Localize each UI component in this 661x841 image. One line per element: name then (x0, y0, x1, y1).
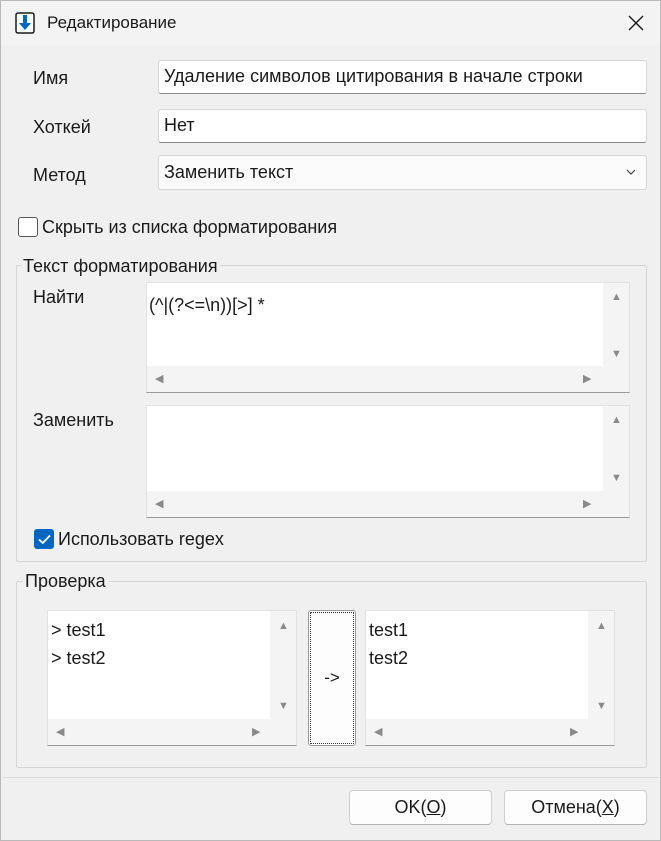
edit-dialog: Редактирование Имя Удаление символов цит… (0, 0, 661, 841)
chevron-down-icon (626, 169, 636, 175)
name-field[interactable]: Удаление символов цитирования в начале с… (158, 60, 647, 94)
method-select-value: Заменить текст (164, 162, 294, 182)
output-vscrollbar[interactable]: ▲ ▼ (588, 611, 614, 721)
regex-label[interactable]: Использовать regex (58, 529, 224, 550)
find-vscrollbar[interactable]: ▲ ▼ (603, 283, 629, 368)
find-hscrollbar[interactable]: ◀ ▶ (147, 366, 605, 392)
apply-test-button[interactable]: -> (308, 610, 356, 746)
output-hscrollbar[interactable]: ◀ ▶ (366, 719, 590, 745)
method-select[interactable]: Заменить текст (158, 155, 647, 190)
regex-checkbox[interactable] (34, 529, 54, 549)
replace-field[interactable]: ▲ ▼ ◀ ▶ (146, 405, 630, 518)
scroll-left-icon[interactable]: ◀ (155, 499, 163, 510)
scroll-down-icon[interactable]: ▼ (278, 701, 289, 712)
test-input-field[interactable]: > test1 > test2 ▲ ▼ ◀ ▶ (47, 610, 297, 746)
find-label: Найти (33, 287, 85, 307)
input-hscrollbar[interactable]: ◀ ▶ (48, 719, 272, 745)
replace-scroll-corner (603, 491, 629, 517)
ok-button[interactable]: OK(O) (349, 790, 492, 825)
cancel-button[interactable]: Отмена(X) (504, 790, 647, 825)
test-output-text: test1 test2 (369, 620, 409, 668)
hide-label[interactable]: Скрыть из списка форматирования (42, 217, 337, 238)
close-icon (628, 15, 644, 31)
cancel-button-accesskey: X (601, 797, 614, 817)
find-scroll-corner (603, 366, 629, 392)
checkmark-icon (38, 534, 51, 545)
method-label: Метод (33, 165, 86, 185)
replace-vscrollbar[interactable]: ▲ ▼ (603, 406, 629, 493)
hotkey-field[interactable]: Нет (158, 109, 647, 143)
window-title: Редактирование (47, 13, 177, 32)
ok-button-accesskey: O (426, 797, 441, 817)
cancel-button-prefix: Отмена( (531, 797, 602, 817)
test-input-text: > test1 > test2 (51, 620, 106, 668)
ok-button-prefix: OK( (394, 797, 427, 817)
replace-label: Заменить (33, 410, 114, 430)
hotkey-label: Хоткей (33, 117, 91, 137)
scroll-down-icon[interactable]: ▼ (611, 473, 622, 484)
ok-button-suffix: ) (440, 797, 447, 817)
replace-hscrollbar[interactable]: ◀ ▶ (147, 491, 605, 517)
input-scroll-corner (270, 719, 296, 745)
find-text: (^|(?<=\n))[>] * (149, 295, 265, 315)
footer-divider (2, 777, 659, 778)
scroll-left-icon[interactable]: ◀ (374, 727, 382, 738)
title-bar: Редактирование (1, 1, 660, 45)
hide-checkbox[interactable] (18, 217, 38, 237)
download-arrow-icon (15, 12, 35, 34)
format-group-title: Текст форматирования (21, 256, 220, 277)
find-field[interactable]: (^|(?<=\n))[>] * ▲ ▼ ◀ ▶ (146, 282, 630, 393)
scroll-left-icon[interactable]: ◀ (56, 727, 64, 738)
scroll-right-icon[interactable]: ▶ (583, 374, 591, 385)
close-button[interactable] (613, 1, 659, 45)
cancel-button-suffix: ) (613, 797, 620, 817)
name-label: Имя (33, 68, 69, 88)
scroll-up-icon[interactable]: ▲ (596, 621, 607, 632)
scroll-right-icon[interactable]: ▶ (583, 499, 591, 510)
check-group-title: Проверка (23, 571, 108, 592)
scroll-up-icon[interactable]: ▲ (278, 621, 289, 632)
scroll-left-icon[interactable]: ◀ (155, 374, 163, 385)
output-scroll-corner (588, 719, 614, 745)
scroll-up-icon[interactable]: ▲ (611, 415, 622, 426)
scroll-up-icon[interactable]: ▲ (611, 292, 622, 303)
test-output-field[interactable]: test1 test2 ▲ ▼ ◀ ▶ (365, 610, 615, 746)
scroll-down-icon[interactable]: ▼ (596, 701, 607, 712)
scroll-right-icon[interactable]: ▶ (570, 727, 578, 738)
input-vscrollbar[interactable]: ▲ ▼ (270, 611, 296, 721)
scroll-down-icon[interactable]: ▼ (611, 349, 622, 360)
scroll-right-icon[interactable]: ▶ (252, 727, 260, 738)
